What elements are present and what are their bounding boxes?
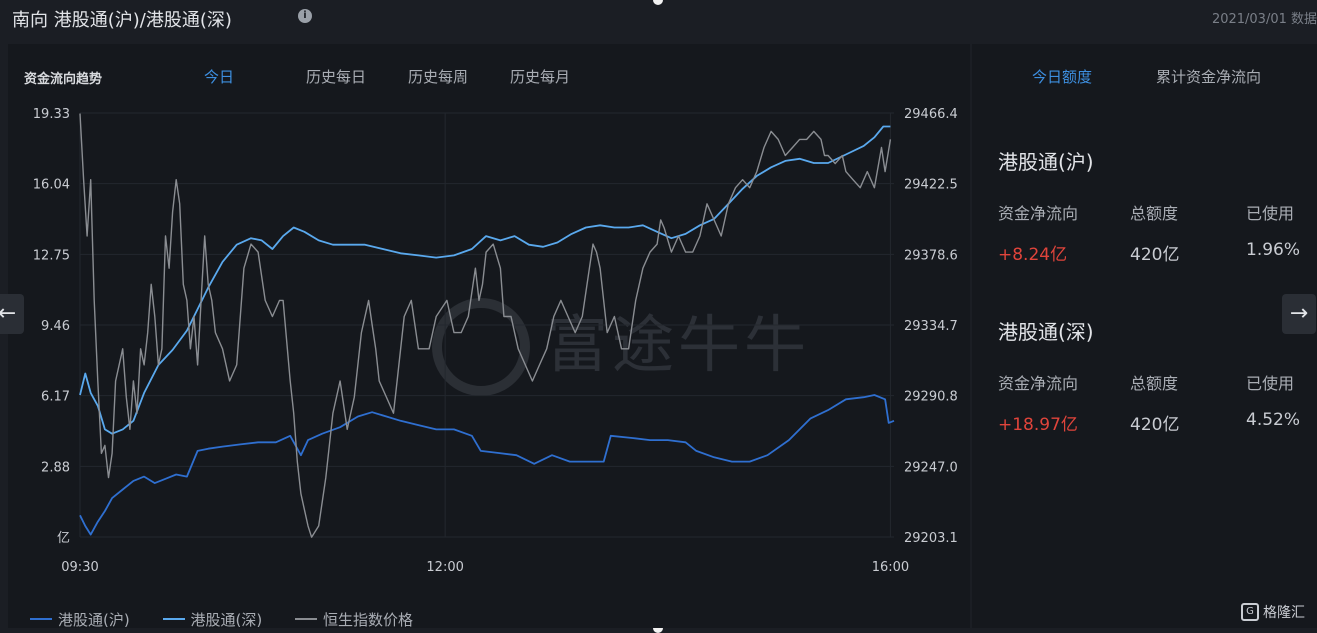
x-tick-label: 12:00 xyxy=(426,560,463,575)
quota-head-used: 已使用 xyxy=(1246,204,1295,223)
quota-panel: 今日额度 累计资金净流向 港股通(沪) 资金净流向 总额度 已使用 +8.24亿… xyxy=(972,44,1317,628)
quota-head-net: 资金净流向 xyxy=(998,204,1079,223)
y-left-tick-label: 16.04 xyxy=(33,178,70,193)
y-right-tick-label: 29290.8 xyxy=(904,390,958,405)
quota-title-sz: 港股通(深) xyxy=(998,320,1094,344)
quota-value-used: 4.52% xyxy=(1246,410,1301,430)
quota-head-total: 总额度 xyxy=(1130,204,1179,223)
quota-head-used: 已使用 xyxy=(1246,374,1295,393)
y-left-tick-label: 2.88 xyxy=(41,460,70,475)
next-arrow-icon[interactable]: → xyxy=(1282,294,1316,334)
legend-swatch-index xyxy=(295,618,317,620)
quota-value-net: +18.97亿 xyxy=(998,415,1078,435)
legend-item-index[interactable]: 恒生指数价格 xyxy=(295,609,413,630)
tab-cumulative-flow[interactable]: 累计资金净流向 xyxy=(1156,66,1261,87)
y-left-tick-label: 6.17 xyxy=(41,390,70,405)
brand-name: 格隆汇 xyxy=(1263,605,1305,621)
quota-value-total: 420亿 xyxy=(1130,415,1180,435)
quota-head-total: 总额度 xyxy=(1130,374,1179,393)
quota-title-sh: 港股通(沪) xyxy=(998,150,1094,174)
y-right-tick-label: 29247.0 xyxy=(904,460,958,475)
y-left-tick-label: 12.75 xyxy=(33,248,70,263)
prev-arrow-icon[interactable]: ← xyxy=(0,294,24,334)
brand-logo-icon: G xyxy=(1241,603,1259,621)
series-line-sh xyxy=(79,394,895,536)
y-right-tick-label: 29334.7 xyxy=(904,319,958,334)
legend-item-sz[interactable]: 港股通(深) xyxy=(162,609,263,630)
legend-item-sh[interactable]: 港股通(沪) xyxy=(30,609,130,630)
x-tick-label: 16:00 xyxy=(872,560,909,575)
brand-mark: G 格隆汇 xyxy=(1241,602,1305,622)
y-right-tick-label: 29378.6 xyxy=(904,248,958,263)
legend-label-sh: 港股通(沪) xyxy=(58,610,130,629)
top-bar: 南向 港股通(沪)/港股通(深) i 2021/03/01 数据 xyxy=(0,0,1317,42)
tab-today-quota[interactable]: 今日额度 xyxy=(1032,66,1092,87)
flow-chart: 19.33 16.04 12.75 9.46 6.17 2.88 亿 29466.4 29422… xyxy=(33,107,958,575)
legend-swatch-sz xyxy=(162,618,185,620)
y-left-tick-label: 19.33 xyxy=(33,107,70,122)
data-date: 2021/03/01 数据 xyxy=(1211,12,1317,27)
legend-swatch-sh xyxy=(30,618,52,620)
y-right-tick-label: 29466.4 xyxy=(904,107,958,122)
legend-label-sz: 港股通(深) xyxy=(190,610,263,629)
quota-value-total: 420亿 xyxy=(1130,245,1180,265)
quota-head-net: 资金净流向 xyxy=(998,374,1079,393)
y-right-tick-label: 29422.5 xyxy=(904,178,958,193)
y-left-tick-label: 亿 xyxy=(57,531,70,546)
info-icon[interactable]: i xyxy=(298,9,312,23)
y-left-tick-label: 9.46 xyxy=(41,319,70,334)
chart-panel: 资金流向趋势 今日 历史每日 历史每周 历史每月 富途牛牛 19.33 16.04… xyxy=(8,44,970,630)
x-tick-label: 09:30 xyxy=(61,560,98,575)
chart-legend: 港股通(沪) 港股通(深) 恒生指数价格 xyxy=(30,606,441,630)
page-title: 南向 港股通(沪)/港股通(深) xyxy=(12,10,232,31)
y-right-tick-label: 29203.1 xyxy=(904,531,958,546)
quota-value-net: +8.24亿 xyxy=(998,245,1068,265)
legend-label-index: 恒生指数价格 xyxy=(323,610,414,629)
quota-value-used: 1.96% xyxy=(1246,240,1301,260)
